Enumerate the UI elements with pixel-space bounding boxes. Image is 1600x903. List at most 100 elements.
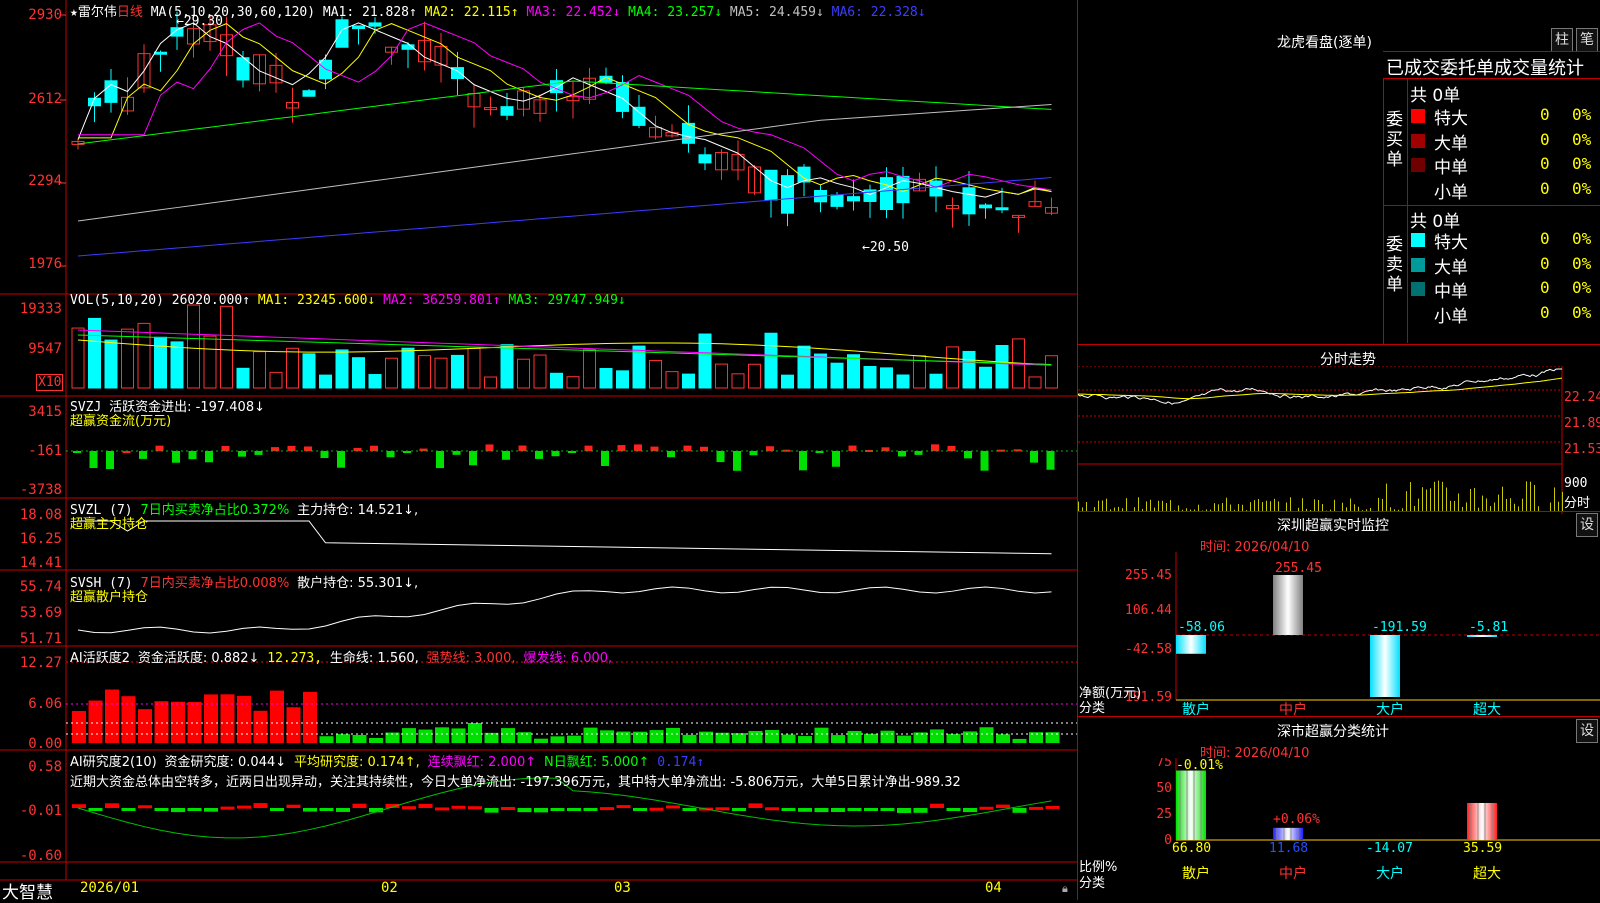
flow-bar <box>156 446 164 451</box>
order-size-label: 特大 <box>1434 104 1468 129</box>
activity-bar <box>270 691 284 743</box>
flow-bar <box>832 451 840 467</box>
period-label[interactable]: 日线 <box>117 5 143 20</box>
class-cat-label: 分类 <box>1079 872 1105 891</box>
research-bar <box>105 803 119 808</box>
flow-bar <box>486 444 494 451</box>
volume-bar <box>204 336 216 388</box>
intraday-vol-bar <box>1438 481 1439 512</box>
class-top-label: -0.01% <box>1176 758 1223 773</box>
activity-bar <box>171 702 185 743</box>
activity-bar <box>584 728 598 743</box>
ai-research-v5: 0.174↑ <box>657 755 704 770</box>
research-bar <box>551 808 565 811</box>
volume-bar <box>72 328 84 388</box>
flow-bar <box>849 446 857 451</box>
intraday-vol-bar <box>1350 498 1351 512</box>
flow-bar <box>601 451 609 466</box>
bar-mode-button[interactable]: 柱 <box>1551 28 1573 52</box>
research-bar <box>864 808 878 811</box>
activity-bar <box>567 736 581 743</box>
volume-bar <box>831 363 843 388</box>
class-settings-button[interactable]: 设 <box>1576 719 1598 743</box>
activity-bar <box>402 728 416 743</box>
research-bar <box>782 808 796 811</box>
activity-bar <box>881 731 895 743</box>
buy-total: 共 0单 <box>1410 81 1460 106</box>
order-count: 0 <box>1540 179 1550 198</box>
ai-active-axis-tick: 0.00 <box>0 736 62 752</box>
volume-bar <box>386 358 398 388</box>
flow-bar <box>469 451 477 465</box>
flow-bar <box>535 451 543 459</box>
volume-bar <box>435 358 447 388</box>
buy-side-label: 委买单 <box>1386 110 1406 170</box>
research-bar <box>963 808 977 812</box>
monitor-title: 深圳超赢实时监控 <box>1277 515 1389 535</box>
activity-bar <box>138 709 152 743</box>
ai-research-avg: 平均研究度: 0.174↑, <box>294 755 420 770</box>
stock-name: 雷尔伟 <box>78 5 117 20</box>
vol-label: VOL(5,10,20) <box>70 293 164 308</box>
research-bar <box>666 805 680 808</box>
vol-value: 26020.000↑ <box>172 293 250 308</box>
monitor-bar-value: -58.06 <box>1178 620 1225 635</box>
volume-bar <box>716 364 728 388</box>
order-count: 0 <box>1540 154 1550 173</box>
volume-bar <box>650 360 662 388</box>
ma1-value: MA1: 21.828↑ <box>323 5 417 20</box>
flow-bar <box>519 445 527 451</box>
vol-ma2: MA2: 36259.801↑ <box>383 293 500 308</box>
legend-swatch <box>1411 158 1425 172</box>
vol-ma3: MA3: 29747.949↓ <box>508 293 625 308</box>
order-pct: 0% <box>1572 105 1591 124</box>
date-label-apr: 04 <box>985 880 1002 896</box>
intraday-vol-bar <box>1418 499 1419 512</box>
flow-bar <box>948 446 956 451</box>
research-bar <box>600 807 614 810</box>
lock-icon[interactable]: 🔒︎ <box>1062 882 1068 896</box>
intraday-vol-bar <box>1474 488 1475 512</box>
svsh-subtitle: 超赢散户持仓 <box>70 586 148 605</box>
activity-bar <box>666 728 680 743</box>
monitor-axis-tick: 106.44 <box>1125 603 1172 618</box>
volume-bar <box>1029 377 1041 388</box>
research-bar <box>798 808 812 812</box>
volume-bar <box>782 375 794 388</box>
research-bar <box>122 808 136 811</box>
tick-mode-button[interactable]: 笔 <box>1576 28 1598 52</box>
ai-research-header: AI研究度2(10) 资金研究度: 0.044↓ 平均研究度: 0.174↑, … <box>70 751 704 770</box>
volume-bar <box>980 367 992 388</box>
intraday-vol-bar <box>1138 497 1139 512</box>
flow-bar <box>684 446 692 451</box>
research-bar <box>221 807 235 810</box>
volume-bar <box>287 348 299 388</box>
order-pct: 0% <box>1572 154 1591 173</box>
class-category-label: 超大 <box>1473 866 1501 882</box>
flow-bar <box>255 451 263 455</box>
candle-body <box>963 188 975 214</box>
low-annotation: ←20.50 <box>862 240 909 255</box>
intraday-vol-bar <box>1526 481 1527 512</box>
high-value: 29.30 <box>184 14 223 29</box>
intraday-chart[interactable] <box>1078 366 1600 514</box>
date-label-jan: 2026/01 <box>80 880 139 896</box>
research-bar <box>353 804 367 808</box>
class-bar-value: 11.68 <box>1269 841 1308 856</box>
class-axis-tick: 0 <box>1164 833 1172 848</box>
research-bar <box>452 806 466 809</box>
flow-bar <box>436 451 444 468</box>
order-size-label: 小单 <box>1434 178 1468 203</box>
candle-body <box>303 91 315 97</box>
class-top-border <box>1077 716 1600 717</box>
research-bar <box>171 808 185 812</box>
research-bar <box>435 807 449 810</box>
flow-bar <box>750 451 758 455</box>
intraday-vol-bar <box>1126 498 1127 512</box>
research-bar <box>336 808 350 812</box>
candle-body <box>848 197 860 201</box>
monitor-settings-button[interactable]: 设 <box>1576 513 1598 537</box>
intraday-vol-bar <box>1106 499 1107 512</box>
activity-bar <box>452 728 466 743</box>
activity-bar <box>188 702 202 743</box>
